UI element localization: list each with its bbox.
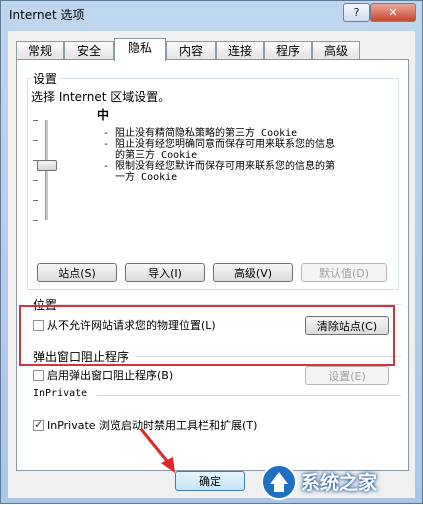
watermark-text: 系统之家 bbox=[301, 472, 378, 494]
dialog-client: 常规 安全 隐私 内容 连接 程序 高级 设置 选择 Internet 区域设置… bbox=[8, 31, 415, 498]
desc-line: 一方 Cookie bbox=[103, 172, 178, 183]
default-button[interactable]: 默认值(D) bbox=[301, 263, 387, 282]
ok-button[interactable]: 确定 bbox=[175, 471, 245, 491]
tab-content[interactable]: 内容 bbox=[166, 41, 216, 60]
popup-highlight-box bbox=[19, 305, 395, 366]
inprivate-checkbox[interactable] bbox=[33, 418, 44, 431]
privacy-panel: 设置 选择 Internet 区域设置。 中 - 阻止没有精简隐私策略的第三方 … bbox=[16, 59, 409, 471]
slider-tick bbox=[33, 140, 38, 141]
settings-group-label: 设置 bbox=[31, 70, 60, 87]
privacy-description: - 阻止没有精简隐私策略的第三方 Cookie - 阻止没有经您明确同意而保存可… bbox=[103, 128, 403, 183]
inprivate-checkbox-label[interactable]: InPrivate 浏览启动时禁用工具栏和扩展(T) bbox=[47, 417, 257, 433]
slider-thumb[interactable] bbox=[37, 160, 57, 171]
slider-tick bbox=[33, 120, 38, 121]
sites-button[interactable]: 站点(S) bbox=[37, 263, 117, 282]
desc-line: 的第三方 Cookie bbox=[103, 150, 198, 161]
advanced-button[interactable]: 高级(V) bbox=[213, 263, 293, 282]
privacy-level: 中 bbox=[97, 108, 110, 122]
tab-security[interactable]: 安全 bbox=[64, 41, 114, 60]
desc-line: - 限制没有经您默许而保存可用来联系您的信息的第 bbox=[103, 161, 336, 172]
tab-connections[interactable]: 连接 bbox=[216, 41, 264, 60]
internet-options-window: Internet 选项 ? ✕ 常规 安全 隐私 内容 连接 程序 高级 设置 … bbox=[0, 0, 423, 504]
popup-blocker-checkbox[interactable] bbox=[33, 370, 44, 381]
tab-privacy[interactable]: 隐私 bbox=[114, 38, 166, 61]
close-button[interactable]: ✕ bbox=[370, 3, 416, 22]
inprivate-divider bbox=[97, 395, 401, 396]
settings-group bbox=[27, 78, 399, 290]
title-bar[interactable]: Internet 选项 ? ✕ bbox=[1, 1, 422, 31]
slider-tick bbox=[33, 180, 38, 181]
desc-line: - 阻止没有经您明确同意而保存可用来联系您的信息 bbox=[103, 139, 336, 150]
slider-tick bbox=[33, 220, 38, 221]
watermark-logo-icon bbox=[261, 464, 297, 500]
slider-tick bbox=[33, 200, 38, 201]
tab-advanced[interactable]: 高级 bbox=[312, 41, 360, 60]
tab-general[interactable]: 常规 bbox=[16, 41, 64, 60]
popup-settings-button[interactable]: 设置(E) bbox=[305, 366, 389, 385]
inprivate-group-label: InPrivate bbox=[31, 388, 90, 399]
window-title: Internet 选项 bbox=[9, 8, 85, 22]
tab-programs[interactable]: 程序 bbox=[264, 41, 312, 60]
help-button[interactable]: ? bbox=[343, 3, 370, 22]
popup-blocker-checkbox-label[interactable]: 启用弹出窗口阻止程序(B) bbox=[47, 367, 173, 383]
watermark: 系统之家 bbox=[259, 459, 423, 505]
import-button[interactable]: 导入(I) bbox=[125, 263, 205, 282]
zone-text: 选择 Internet 区域设置。 bbox=[31, 90, 171, 104]
desc-line: - 阻止没有精简隐私策略的第三方 Cookie bbox=[103, 128, 298, 139]
